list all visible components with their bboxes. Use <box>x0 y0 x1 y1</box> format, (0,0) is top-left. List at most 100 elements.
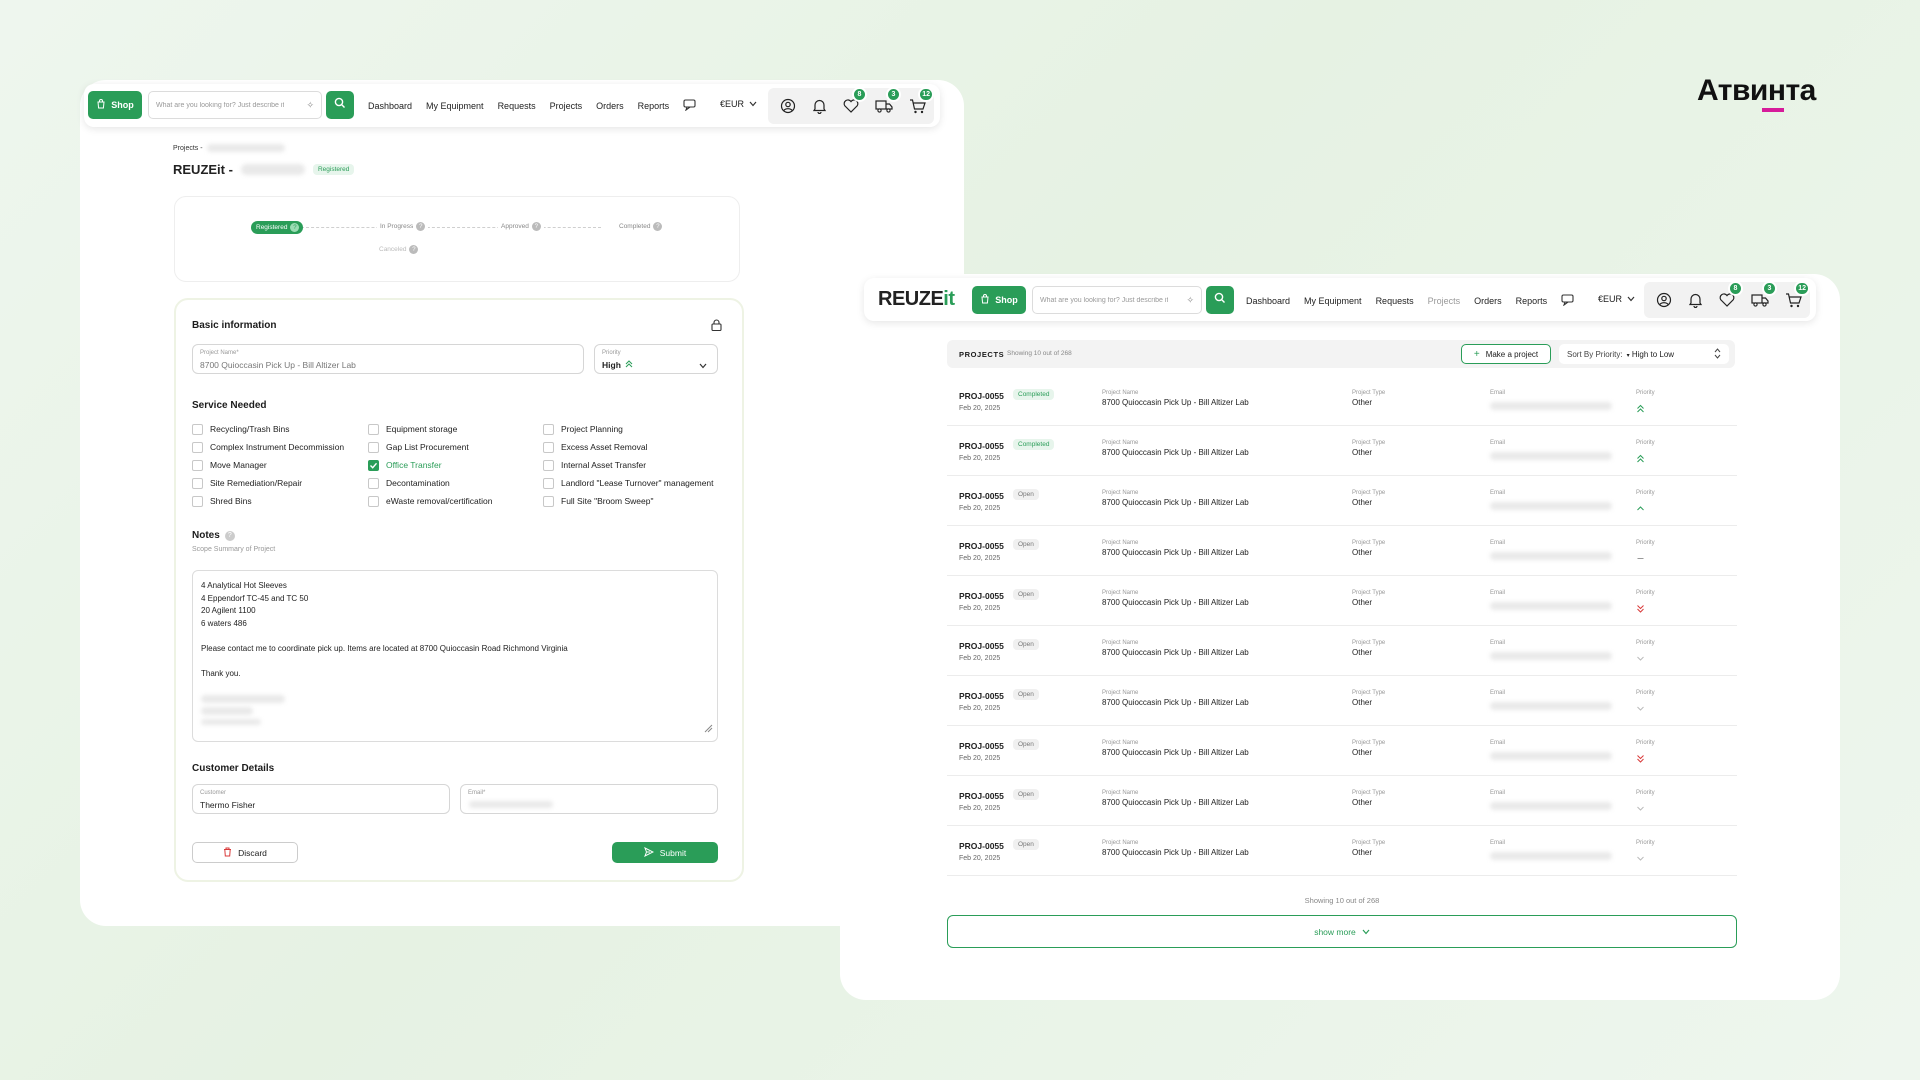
customer-field[interactable]: Customer Thermo Fisher <box>192 784 450 814</box>
nav-link-orders[interactable]: Orders <box>596 101 624 111</box>
table-row[interactable]: PROJ-0055 Completed Feb 20, 2025 Project Na… <box>947 426 1737 476</box>
nav-link-my-equipment[interactable]: My Equipment <box>426 101 484 111</box>
heart-icon[interactable]: 8 <box>843 87 867 115</box>
customer-heading: Customer Details <box>192 763 275 774</box>
nav-link-requests[interactable]: Requests <box>1376 296 1414 306</box>
table-row[interactable]: PROJ-0055 Open Feb 20, 2025 Project Name 870… <box>947 576 1737 626</box>
step-approved[interactable]: Approved ? <box>498 222 544 231</box>
nav-link-my-equipment[interactable]: My Equipment <box>1304 296 1362 306</box>
service-option[interactable]: Project Planning <box>543 420 714 438</box>
project-name-field[interactable]: Project Name* 8700 Quioccasin Pick Up - … <box>192 344 584 374</box>
table-row[interactable]: PROJ-0055 Completed Feb 20, 2025 Project Na… <box>947 376 1737 426</box>
service-option[interactable]: Equipment storage <box>368 420 492 438</box>
checkbox-icon[interactable] <box>192 423 203 435</box>
bell-icon[interactable] <box>812 97 827 115</box>
show-more-button[interactable]: show more <box>947 915 1737 948</box>
delivery-truck-icon[interactable]: 3 <box>875 87 901 115</box>
account-icon[interactable] <box>780 97 796 115</box>
sparkle-icon: ✧ <box>1186 294 1194 305</box>
service-option[interactable]: Full Site "Broom Sweep" <box>543 492 714 510</box>
email-label: Email <box>1490 640 1506 646</box>
service-option[interactable]: eWaste removal/certification <box>368 492 492 510</box>
discard-button[interactable]: Discard <box>192 842 298 863</box>
project-name-value: 8700 Quioccasin Pick Up - Bill Altizer L… <box>200 360 356 370</box>
table-row[interactable]: PROJ-0055 Open Feb 20, 2025 Project Name 870… <box>947 676 1737 726</box>
step-completed[interactable]: Completed ? <box>616 222 666 231</box>
service-option[interactable]: Move Manager <box>192 456 344 474</box>
step-in-progress[interactable]: In Progress ? <box>377 222 429 231</box>
table-row[interactable]: PROJ-0055 Open Feb 20, 2025 Project Name 870… <box>947 826 1737 876</box>
checkbox-icon[interactable] <box>368 423 379 435</box>
checkbox-icon[interactable] <box>543 441 554 453</box>
nav-link-reports[interactable]: Reports <box>1516 296 1548 306</box>
heart-icon[interactable]: 8 <box>1719 281 1743 309</box>
service-option-label: Decontamination <box>386 478 450 488</box>
checkbox-icon[interactable] <box>543 477 554 489</box>
currency-select[interactable]: €EUR <box>1598 294 1635 304</box>
chat-icon[interactable] <box>683 99 696 113</box>
email-field[interactable]: Email* <box>460 784 718 814</box>
service-option[interactable]: Decontamination <box>368 474 492 492</box>
make-project-button[interactable]: + Make a project <box>1461 344 1551 364</box>
checkbox-icon[interactable] <box>543 459 554 471</box>
service-option[interactable]: Excess Asset Removal <box>543 438 714 456</box>
step-canceled[interactable]: Canceled ? <box>379 245 419 254</box>
service-option[interactable]: Internal Asset Transfer <box>543 456 714 474</box>
search-input[interactable]: What are you looking for? Just describe … <box>1032 286 1202 314</box>
service-option[interactable]: Shred Bins <box>192 492 344 510</box>
checkbox-icon[interactable] <box>192 495 203 507</box>
checkbox-icon[interactable] <box>192 441 203 453</box>
table-row[interactable]: PROJ-0055 Open Feb 20, 2025 Project Name 870… <box>947 626 1737 676</box>
checkbox-icon[interactable] <box>368 495 379 507</box>
resize-handle-icon[interactable] <box>704 724 713 738</box>
atvinta-logo-accent <box>1762 108 1784 112</box>
shop-button[interactable]: Shop <box>972 286 1026 314</box>
search-submit-button[interactable] <box>326 91 354 119</box>
priority-select[interactable]: Priority High <box>594 344 718 374</box>
nav-link-requests[interactable]: Requests <box>498 101 536 111</box>
table-row[interactable]: PROJ-0055 Open Feb 20, 2025 Project Name 870… <box>947 726 1737 776</box>
checkbox-icon[interactable] <box>368 441 379 453</box>
currency-select[interactable]: €EUR <box>720 99 757 109</box>
service-option[interactable]: Landlord "Lease Turnover" management <box>543 474 714 492</box>
bell-icon[interactable] <box>1688 291 1703 309</box>
service-option[interactable]: Office Transfer <box>368 456 492 474</box>
table-row[interactable]: PROJ-0055 Open Feb 20, 2025 Project Name 870… <box>947 776 1737 826</box>
chat-icon[interactable] <box>1561 294 1574 308</box>
service-option[interactable]: Gap List Procurement <box>368 438 492 456</box>
search-input[interactable]: What are you looking for? Just describe … <box>148 91 322 119</box>
cart-icon[interactable]: 12 <box>909 87 934 115</box>
notes-textarea[interactable]: 4 Analytical Hot Sleeves 4 Eppendorf TC-4… <box>192 570 718 742</box>
checkbox-icon[interactable] <box>543 423 554 435</box>
delivery-truck-icon[interactable]: 3 <box>1751 281 1777 309</box>
checkbox-icon[interactable] <box>368 477 379 489</box>
submit-button[interactable]: Submit <box>612 842 718 863</box>
sort-select[interactable]: Sort By Priority: ▾ High to Low <box>1559 344 1729 364</box>
table-row[interactable]: PROJ-0055 Open Feb 20, 2025 Project Name 870… <box>947 526 1737 576</box>
nav-link-reports[interactable]: Reports <box>638 101 670 111</box>
cart-icon[interactable]: 12 <box>1785 281 1810 309</box>
nav-link-dashboard[interactable]: Dashboard <box>368 101 412 111</box>
email-label: Email <box>1490 690 1506 696</box>
priority-high-icon <box>1636 450 1645 468</box>
email-redacted <box>1490 852 1612 860</box>
nav-link-orders[interactable]: Orders <box>1474 296 1502 306</box>
search-submit-button[interactable] <box>1206 286 1234 314</box>
shop-button[interactable]: Shop <box>88 91 142 119</box>
service-option[interactable]: Site Remediation/Repair <box>192 474 344 492</box>
notes-heading-row: Notes ? <box>192 530 235 541</box>
table-row[interactable]: PROJ-0055 Open Feb 20, 2025 Project Name 870… <box>947 476 1737 526</box>
breadcrumb-projects[interactable]: Projects - <box>173 145 203 152</box>
account-icon[interactable] <box>1656 291 1672 309</box>
checkbox-icon[interactable] <box>543 495 554 507</box>
nav-link-projects[interactable]: Projects <box>550 101 583 111</box>
nav-link-projects[interactable]: Projects <box>1428 296 1461 306</box>
page-title: REUZEit - <box>173 162 233 177</box>
checkbox-icon[interactable] <box>192 477 203 489</box>
checkbox-checked-icon[interactable] <box>368 459 379 471</box>
step-registered[interactable]: Registered ? <box>251 221 304 234</box>
service-option[interactable]: Recycling/Trash Bins <box>192 420 344 438</box>
nav-link-dashboard[interactable]: Dashboard <box>1246 296 1290 306</box>
service-option[interactable]: Complex Instrument Decommission <box>192 438 344 456</box>
checkbox-icon[interactable] <box>192 459 203 471</box>
